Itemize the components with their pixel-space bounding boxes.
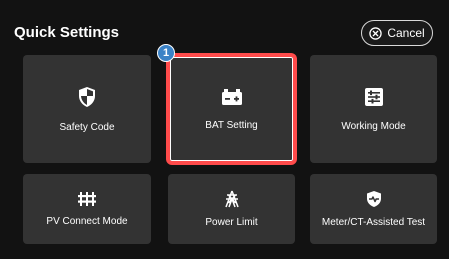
tile-working-mode[interactable]: Working Mode — [310, 55, 437, 163]
step-badge: 1 — [157, 44, 175, 62]
sliders-icon — [364, 87, 383, 106]
tile-label: Power Limit — [205, 217, 258, 228]
tile-meter-ct-assisted-test[interactable]: Meter/CT-Assisted Test — [310, 174, 437, 244]
pv-connect-icon — [78, 192, 96, 206]
quick-settings-screen: Quick Settings Cancel Safety Code BAT Se… — [0, 0, 449, 259]
tile-label: PV Connect Mode — [46, 216, 128, 227]
tile-safety-code[interactable]: Safety Code — [23, 55, 151, 163]
tile-power-limit[interactable]: Power Limit — [168, 174, 295, 244]
tile-label: Meter/CT-Assisted Test — [321, 217, 426, 228]
power-tower-icon — [224, 190, 239, 208]
page-title: Quick Settings — [14, 24, 120, 41]
tile-bat-setting[interactable]: BAT Setting — [168, 55, 295, 163]
tile-label: Working Mode — [341, 120, 406, 132]
heart-shield-icon — [366, 191, 381, 207]
tile-label: BAT Setting — [205, 119, 258, 131]
cancel-button[interactable]: Cancel — [361, 20, 433, 46]
battery-icon — [221, 88, 242, 105]
shield-icon — [79, 86, 95, 107]
tile-pv-connect-mode[interactable]: PV Connect Mode — [23, 174, 151, 244]
close-circle-icon — [369, 26, 383, 40]
tile-label: Safety Code — [59, 121, 115, 133]
cancel-label: Cancel — [387, 26, 425, 40]
